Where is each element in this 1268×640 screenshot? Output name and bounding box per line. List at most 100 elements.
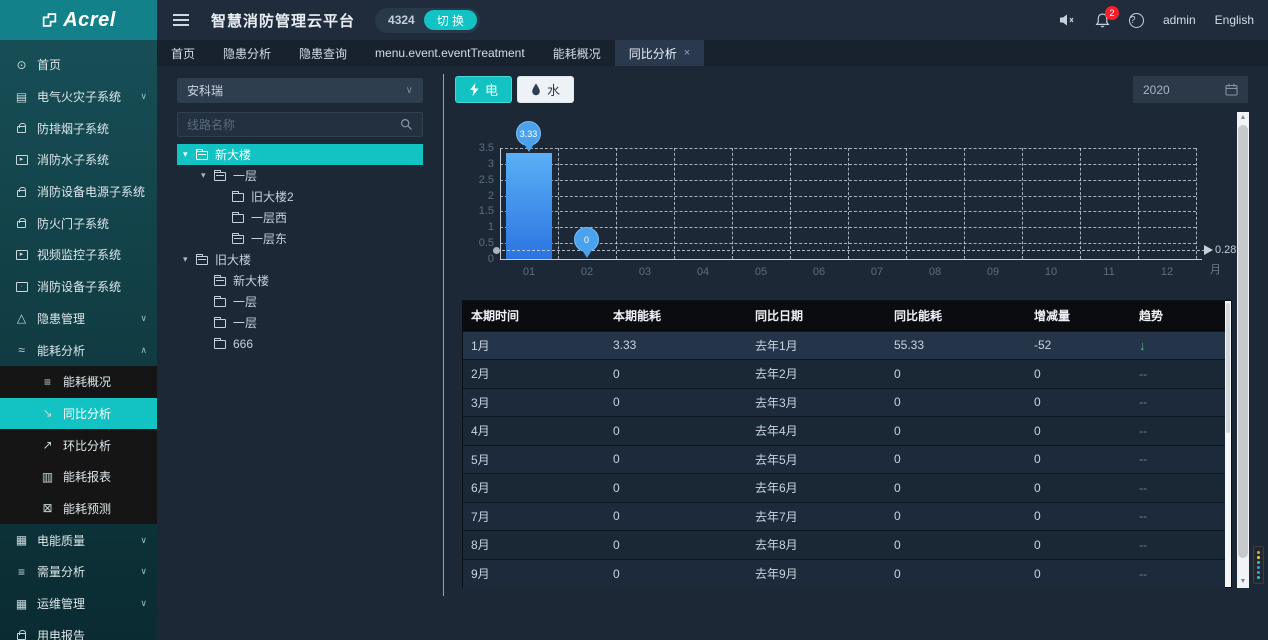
sidebar-item[interactable]: ▸视频监控子系统 — [0, 239, 157, 271]
sidebar-item[interactable]: ⊙首页 — [0, 49, 157, 81]
speaker-mute-icon[interactable] — [1059, 13, 1076, 27]
sidebar-subitem[interactable]: ⊠能耗预测 — [0, 493, 157, 525]
scroll-up-arrow[interactable]: ▲ — [1237, 112, 1249, 124]
energy-forecast-icon: ⊠ — [40, 501, 55, 515]
y-tick-label: 2 — [464, 190, 494, 202]
x-tick-label: 09 — [973, 266, 1013, 278]
y-tick-label: 1 — [464, 221, 494, 233]
sidebar-item[interactable]: ≡需量分析∨ — [0, 556, 157, 588]
switch-button[interactable]: 切 换 — [424, 10, 477, 30]
indicator-dot — [1257, 566, 1260, 569]
panel-divider — [443, 74, 444, 596]
tab-首页[interactable]: 首页 — [157, 40, 209, 66]
table-cell: 5月 — [463, 445, 605, 474]
acrel-logo: Acrel — [0, 0, 157, 40]
close-tab-icon[interactable]: × — [684, 47, 690, 59]
sidebar-item[interactable]: ≈能耗分析∧ — [0, 334, 157, 366]
sidebar-item-label: 能耗分析 — [37, 342, 85, 359]
sidebar-item-label: 消防设备电源子系统 — [37, 183, 145, 200]
sidebar-item[interactable]: ▸消防水子系统 — [0, 144, 157, 176]
hazard-management-icon: △ — [14, 311, 29, 325]
table-cell: 0 — [886, 531, 1026, 560]
tree-node-label: 一层 — [233, 167, 257, 184]
sidebar-subitem[interactable]: ≡能耗概况 — [0, 366, 157, 398]
collapse-sidebar-icon[interactable] — [173, 14, 189, 26]
x-axis-unit: 月 — [1210, 261, 1221, 277]
table-row: 5月0去年5月00-- — [463, 445, 1225, 474]
table-cell: 0 — [886, 360, 1026, 389]
scroll-down-arrow[interactable]: ▼ — [1237, 576, 1249, 588]
energy-analysis-icon: ≈ — [14, 343, 29, 357]
scrollbar-thumb[interactable] — [1238, 125, 1248, 558]
tree-node[interactable]: 旧大楼2 — [177, 186, 423, 207]
tree-node[interactable]: ▾新大楼 — [177, 144, 423, 165]
tab-能耗概况[interactable]: 能耗概况 — [539, 40, 615, 66]
chevron-down-icon: ∨ — [136, 598, 147, 609]
tree-node[interactable]: 666 — [177, 333, 423, 354]
bar-01 — [506, 153, 552, 259]
caret-down-icon[interactable]: ▾ — [183, 254, 196, 265]
x-tick-label: 06 — [799, 266, 839, 278]
project-select[interactable]: 安科瑞 ∨ — [177, 78, 423, 103]
sidebar-item[interactable]: ▤电气火灾子系统∨ — [0, 81, 157, 113]
content-scrollbar[interactable]: ▲ ▼ — [1237, 112, 1249, 588]
tab-隐患分析[interactable]: 隐患分析 — [209, 40, 285, 66]
table-cell: 0 — [605, 502, 747, 531]
trend-cell: -- — [1131, 531, 1225, 560]
sidebar-item[interactable]: ·消防设备子系统 — [0, 271, 157, 303]
tree-node[interactable]: 一层 — [177, 312, 423, 333]
acrel-logo-icon — [41, 12, 58, 28]
sidebar-subitem[interactable]: ↘同比分析 — [0, 398, 157, 430]
caret-down-icon[interactable]: ▾ — [183, 149, 196, 160]
sidebar-item-label: 消防水子系统 — [37, 151, 109, 168]
table-cell: 0 — [1026, 417, 1131, 446]
project-switch-pill: 4324 切 换 — [375, 8, 480, 33]
user-menu[interactable]: admin — [1163, 13, 1196, 27]
sidebar-item-label: 能耗报表 — [63, 468, 111, 485]
table-header-cell: 本期时间 — [463, 301, 605, 331]
search-icon[interactable] — [400, 118, 413, 131]
year-picker[interactable]: 2020 — [1133, 76, 1248, 103]
table-cell: 0 — [1026, 559, 1131, 588]
notification-bell-icon[interactable]: 2 — [1095, 13, 1110, 28]
electric-mode-button[interactable]: 电 — [455, 76, 512, 103]
sidebar-item[interactable]: 消防设备电源子系统 — [0, 176, 157, 208]
sidebar-item[interactable]: 用电报告 — [0, 619, 157, 640]
tab-隐患查询[interactable]: 隐患查询 — [285, 40, 361, 66]
x-tick-label: 08 — [915, 266, 955, 278]
folder-icon — [196, 256, 208, 265]
table-cell: 0 — [605, 417, 747, 446]
water-mode-button[interactable]: 水 — [517, 76, 574, 103]
sidebar-item[interactable]: 防排烟子系统 — [0, 112, 157, 144]
language-switcher[interactable]: English — [1215, 13, 1254, 27]
sidebar-item[interactable]: ▦运维管理∨ — [0, 588, 157, 620]
table-row: 1月3.33去年1月55.33-52↓ — [463, 331, 1225, 360]
y-tick-label: 0.5 — [464, 237, 494, 249]
sidebar-item[interactable]: △隐患管理∨ — [0, 303, 157, 335]
sidebar-item-label: 视频监控子系统 — [37, 246, 121, 263]
caret-down-icon[interactable]: ▾ — [201, 170, 214, 181]
gridline — [1022, 148, 1023, 259]
sidebar-subitem[interactable]: ▥能耗报表 — [0, 461, 157, 493]
trend-cell: -- — [1131, 474, 1225, 503]
tree-node[interactable]: 新大楼 — [177, 270, 423, 291]
tree-node[interactable]: 一层东 — [177, 228, 423, 249]
building-tree: ▾新大楼▾一层旧大楼2一层西一层东▾旧大楼新大楼一层一层666 — [177, 144, 423, 354]
line-search-input[interactable] — [187, 118, 400, 132]
tab-同比分析[interactable]: 同比分析× — [615, 40, 704, 66]
table-scrollbar[interactable] — [1225, 301, 1231, 587]
tree-panel: 安科瑞 ∨ ▾新大楼▾一层旧大楼2一层西一层东▾旧大楼新大楼一层一层666 — [177, 78, 423, 354]
help-icon[interactable]: ? — [1129, 13, 1144, 28]
sidebar-item-label: 防排烟子系统 — [37, 120, 109, 137]
table-cell: 0 — [1026, 360, 1131, 389]
tree-node[interactable]: ▾旧大楼 — [177, 249, 423, 270]
tab-menu.event.eventTreatment[interactable]: menu.event.eventTreatment — [361, 40, 539, 66]
sidebar-item[interactable]: 防火门子系统 — [0, 207, 157, 239]
sidebar-item[interactable]: ▦电能质量∨ — [0, 524, 157, 556]
trend-cell: -- — [1131, 417, 1225, 446]
tree-node[interactable]: ▾ 一层 — [177, 165, 423, 186]
page-title: 智慧消防管理云平台 — [211, 10, 355, 31]
tree-node[interactable]: 一层西 — [177, 207, 423, 228]
tree-node[interactable]: 一层 — [177, 291, 423, 312]
sidebar-subitem[interactable]: ↗环比分析 — [0, 429, 157, 461]
